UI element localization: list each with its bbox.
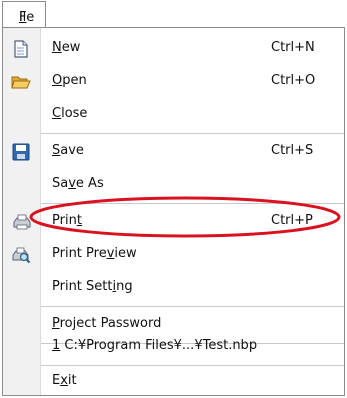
menu-bar: File xyxy=(0,0,347,28)
menu-item-label: Save As xyxy=(52,176,104,191)
file-menu-title[interactable]: File xyxy=(2,1,46,27)
menu-separator xyxy=(41,203,344,204)
open-folder-icon xyxy=(11,76,31,89)
menu-item-recent-file-1[interactable]: 1 C:¥Program Files¥...¥Test.nbp xyxy=(3,329,344,362)
menu-item-print-preview[interactable]: Print Preview xyxy=(3,238,344,271)
menu-item-label: Open xyxy=(52,73,87,88)
shortcut-text: Ctrl+N xyxy=(271,40,315,55)
file-label-rest: ile xyxy=(19,10,35,25)
menu-item-label: Print Preview xyxy=(52,246,137,261)
menu-item-close[interactable]: Close xyxy=(3,98,344,131)
print-preview-icon xyxy=(12,247,31,264)
menu-item-new[interactable]: New Ctrl+N xyxy=(3,32,344,65)
new-document-icon xyxy=(14,40,28,58)
printer-icon xyxy=(13,214,31,230)
screen: File New Ctrl+N Open Ctrl+O Close Save C… xyxy=(0,0,347,398)
shortcut-text: Ctrl+O xyxy=(271,73,316,88)
menu-separator xyxy=(41,306,344,307)
menu-item-exit[interactable]: Exit xyxy=(3,363,344,396)
menu-item-save[interactable]: Save Ctrl+S xyxy=(3,135,344,168)
file-dropdown-menu: New Ctrl+N Open Ctrl+O Close Save Ctrl+S… xyxy=(2,27,345,396)
shortcut-text: Ctrl+P xyxy=(271,213,313,228)
menu-item-label: Close xyxy=(52,106,88,121)
menu-item-label: Exit xyxy=(52,373,77,388)
menu-item-label: Save xyxy=(52,143,84,158)
menu-item-print-setting[interactable]: Print Setting xyxy=(3,271,344,304)
menu-item-print[interactable]: Print Ctrl+P xyxy=(3,205,344,238)
menu-item-save-as[interactable]: Save As xyxy=(3,168,344,201)
menu-item-label: New xyxy=(52,40,81,55)
menu-item-label: Print Setting xyxy=(52,279,133,294)
menu-item-open[interactable]: Open Ctrl+O xyxy=(3,65,344,98)
menu-item-label: Print xyxy=(52,213,82,228)
shortcut-text: Ctrl+S xyxy=(271,143,314,158)
menu-separator xyxy=(41,133,344,134)
floppy-disk-icon xyxy=(12,143,30,161)
menu-item-label: 1 C:¥Program Files¥...¥Test.nbp xyxy=(52,338,258,353)
